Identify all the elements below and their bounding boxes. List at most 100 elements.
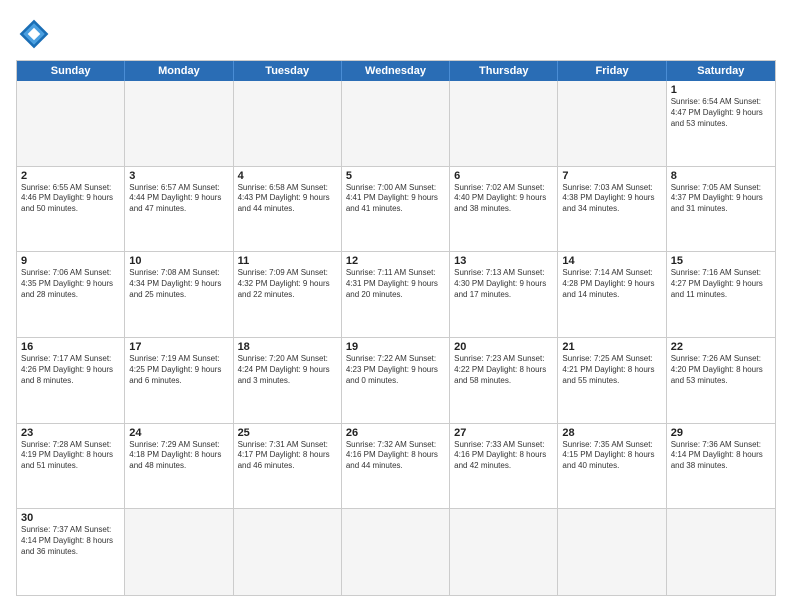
day-cell (450, 509, 558, 595)
day-cell: 19Sunrise: 7:22 AM Sunset: 4:23 PM Dayli… (342, 338, 450, 423)
day-number: 9 (21, 255, 120, 267)
day-header-tuesday: Tuesday (234, 61, 342, 81)
calendar-row: 1Sunrise: 6:54 AM Sunset: 4:47 PM Daylig… (17, 81, 775, 167)
day-info: Sunrise: 7:00 AM Sunset: 4:41 PM Dayligh… (346, 183, 445, 215)
day-info: Sunrise: 6:54 AM Sunset: 4:47 PM Dayligh… (671, 97, 771, 129)
day-number: 27 (454, 427, 553, 439)
day-info: Sunrise: 7:35 AM Sunset: 4:15 PM Dayligh… (562, 440, 661, 472)
calendar-row: 30Sunrise: 7:37 AM Sunset: 4:14 PM Dayli… (17, 509, 775, 595)
day-info: Sunrise: 7:14 AM Sunset: 4:28 PM Dayligh… (562, 268, 661, 300)
day-cell: 16Sunrise: 7:17 AM Sunset: 4:26 PM Dayli… (17, 338, 125, 423)
day-number: 11 (238, 255, 337, 267)
day-cell: 25Sunrise: 7:31 AM Sunset: 4:17 PM Dayli… (234, 424, 342, 509)
day-cell: 4Sunrise: 6:58 AM Sunset: 4:43 PM Daylig… (234, 167, 342, 252)
day-cell: 10Sunrise: 7:08 AM Sunset: 4:34 PM Dayli… (125, 252, 233, 337)
day-header-saturday: Saturday (667, 61, 775, 81)
day-info: Sunrise: 7:32 AM Sunset: 4:16 PM Dayligh… (346, 440, 445, 472)
day-cell (342, 509, 450, 595)
day-header-wednesday: Wednesday (342, 61, 450, 81)
day-info: Sunrise: 7:16 AM Sunset: 4:27 PM Dayligh… (671, 268, 771, 300)
day-cell (17, 81, 125, 166)
day-number: 14 (562, 255, 661, 267)
day-cell (342, 81, 450, 166)
day-info: Sunrise: 6:55 AM Sunset: 4:46 PM Dayligh… (21, 183, 120, 215)
day-cell (558, 81, 666, 166)
day-cell: 28Sunrise: 7:35 AM Sunset: 4:15 PM Dayli… (558, 424, 666, 509)
day-number: 20 (454, 341, 553, 353)
day-cell: 24Sunrise: 7:29 AM Sunset: 4:18 PM Dayli… (125, 424, 233, 509)
day-cell: 21Sunrise: 7:25 AM Sunset: 4:21 PM Dayli… (558, 338, 666, 423)
day-info: Sunrise: 7:28 AM Sunset: 4:19 PM Dayligh… (21, 440, 120, 472)
day-cell: 8Sunrise: 7:05 AM Sunset: 4:37 PM Daylig… (667, 167, 775, 252)
day-info: Sunrise: 7:17 AM Sunset: 4:26 PM Dayligh… (21, 354, 120, 386)
day-header-monday: Monday (125, 61, 233, 81)
logo (16, 16, 56, 52)
day-number: 26 (346, 427, 445, 439)
generalblue-icon (16, 16, 52, 52)
day-info: Sunrise: 7:26 AM Sunset: 4:20 PM Dayligh… (671, 354, 771, 386)
day-number: 2 (21, 170, 120, 182)
calendar-row: 9Sunrise: 7:06 AM Sunset: 4:35 PM Daylig… (17, 252, 775, 338)
day-number: 30 (21, 512, 120, 524)
day-cell: 9Sunrise: 7:06 AM Sunset: 4:35 PM Daylig… (17, 252, 125, 337)
day-cell: 20Sunrise: 7:23 AM Sunset: 4:22 PM Dayli… (450, 338, 558, 423)
day-cell (234, 81, 342, 166)
day-cell: 14Sunrise: 7:14 AM Sunset: 4:28 PM Dayli… (558, 252, 666, 337)
day-info: Sunrise: 7:23 AM Sunset: 4:22 PM Dayligh… (454, 354, 553, 386)
day-number: 18 (238, 341, 337, 353)
day-number: 21 (562, 341, 661, 353)
day-info: Sunrise: 7:11 AM Sunset: 4:31 PM Dayligh… (346, 268, 445, 300)
day-number: 12 (346, 255, 445, 267)
day-number: 5 (346, 170, 445, 182)
day-number: 4 (238, 170, 337, 182)
day-cell (450, 81, 558, 166)
day-cell (125, 509, 233, 595)
day-headers: SundayMondayTuesdayWednesdayThursdayFrid… (17, 61, 775, 81)
day-info: Sunrise: 7:29 AM Sunset: 4:18 PM Dayligh… (129, 440, 228, 472)
day-cell: 18Sunrise: 7:20 AM Sunset: 4:24 PM Dayli… (234, 338, 342, 423)
calendar-row: 23Sunrise: 7:28 AM Sunset: 4:19 PM Dayli… (17, 424, 775, 510)
day-number: 19 (346, 341, 445, 353)
day-number: 23 (21, 427, 120, 439)
day-cell: 6Sunrise: 7:02 AM Sunset: 4:40 PM Daylig… (450, 167, 558, 252)
day-number: 28 (562, 427, 661, 439)
day-number: 22 (671, 341, 771, 353)
day-cell: 13Sunrise: 7:13 AM Sunset: 4:30 PM Dayli… (450, 252, 558, 337)
day-cell: 7Sunrise: 7:03 AM Sunset: 4:38 PM Daylig… (558, 167, 666, 252)
day-cell: 29Sunrise: 7:36 AM Sunset: 4:14 PM Dayli… (667, 424, 775, 509)
day-number: 13 (454, 255, 553, 267)
day-number: 16 (21, 341, 120, 353)
day-info: Sunrise: 7:09 AM Sunset: 4:32 PM Dayligh… (238, 268, 337, 300)
day-cell: 22Sunrise: 7:26 AM Sunset: 4:20 PM Dayli… (667, 338, 775, 423)
day-info: Sunrise: 7:20 AM Sunset: 4:24 PM Dayligh… (238, 354, 337, 386)
day-info: Sunrise: 7:36 AM Sunset: 4:14 PM Dayligh… (671, 440, 771, 472)
day-cell: 17Sunrise: 7:19 AM Sunset: 4:25 PM Dayli… (125, 338, 233, 423)
day-number: 17 (129, 341, 228, 353)
day-cell: 15Sunrise: 7:16 AM Sunset: 4:27 PM Dayli… (667, 252, 775, 337)
day-cell: 26Sunrise: 7:32 AM Sunset: 4:16 PM Dayli… (342, 424, 450, 509)
day-info: Sunrise: 7:05 AM Sunset: 4:37 PM Dayligh… (671, 183, 771, 215)
day-info: Sunrise: 7:22 AM Sunset: 4:23 PM Dayligh… (346, 354, 445, 386)
day-header-sunday: Sunday (17, 61, 125, 81)
day-cell: 2Sunrise: 6:55 AM Sunset: 4:46 PM Daylig… (17, 167, 125, 252)
day-number: 7 (562, 170, 661, 182)
day-number: 10 (129, 255, 228, 267)
day-number: 1 (671, 84, 771, 96)
day-info: Sunrise: 7:33 AM Sunset: 4:16 PM Dayligh… (454, 440, 553, 472)
day-number: 24 (129, 427, 228, 439)
day-info: Sunrise: 7:13 AM Sunset: 4:30 PM Dayligh… (454, 268, 553, 300)
day-number: 3 (129, 170, 228, 182)
day-cell: 1Sunrise: 6:54 AM Sunset: 4:47 PM Daylig… (667, 81, 775, 166)
day-cell: 11Sunrise: 7:09 AM Sunset: 4:32 PM Dayli… (234, 252, 342, 337)
calendar-row: 2Sunrise: 6:55 AM Sunset: 4:46 PM Daylig… (17, 167, 775, 253)
day-info: Sunrise: 7:31 AM Sunset: 4:17 PM Dayligh… (238, 440, 337, 472)
day-info: Sunrise: 7:03 AM Sunset: 4:38 PM Dayligh… (562, 183, 661, 215)
day-number: 25 (238, 427, 337, 439)
calendar-grid: 1Sunrise: 6:54 AM Sunset: 4:47 PM Daylig… (17, 81, 775, 595)
day-cell (558, 509, 666, 595)
day-cell (667, 509, 775, 595)
day-cell: 12Sunrise: 7:11 AM Sunset: 4:31 PM Dayli… (342, 252, 450, 337)
day-info: Sunrise: 7:02 AM Sunset: 4:40 PM Dayligh… (454, 183, 553, 215)
day-cell: 3Sunrise: 6:57 AM Sunset: 4:44 PM Daylig… (125, 167, 233, 252)
calendar: SundayMondayTuesdayWednesdayThursdayFrid… (16, 60, 776, 596)
